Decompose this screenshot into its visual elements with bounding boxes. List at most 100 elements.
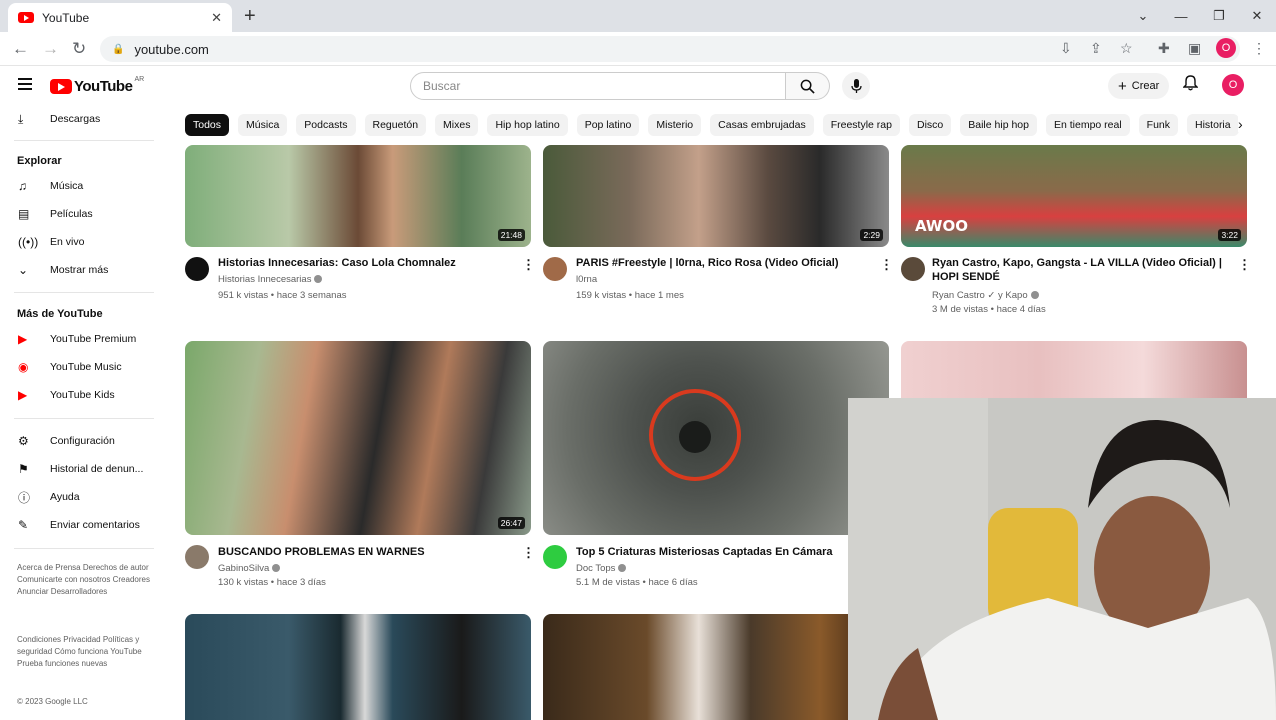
sidebar-item-settings[interactable]: ⚙ Configuración (0, 430, 160, 452)
video-thumbnail[interactable] (543, 341, 889, 535)
channel-name[interactable]: GabinoSilva (218, 562, 281, 576)
video-stats: 159 k vistas • hace 1 mes (576, 290, 684, 301)
more-options-icon[interactable]: ⋮ (522, 257, 535, 273)
chevron-right-icon[interactable]: › (1238, 116, 1243, 132)
footer-links-primary[interactable]: Acerca de Prensa Derechos de autor Comun… (17, 562, 152, 598)
close-window-button[interactable]: ✕ (1238, 8, 1276, 24)
divider (14, 140, 154, 141)
channel-name[interactable]: Ryan Castro ✓ y Kapo (932, 289, 1039, 303)
chip-todos[interactable]: Todos (185, 114, 230, 136)
side-panel-icon[interactable]: ▣ (1188, 40, 1201, 57)
channel-avatar[interactable] (185, 545, 209, 569)
channel-name[interactable]: l0rna (576, 273, 597, 287)
video-thumbnail[interactable]: 21:48 (185, 145, 531, 247)
notifications-bell-icon[interactable] (1182, 75, 1199, 95)
extensions-icon[interactable]: ✚ (1158, 40, 1170, 57)
video-title[interactable]: Historias Innecesarias: Caso Lola Chomna… (218, 256, 508, 270)
new-tab-button[interactable]: + (244, 5, 256, 28)
channel-name[interactable]: Historias Innecesarias (218, 273, 323, 287)
chip-funk[interactable]: Funk (1138, 114, 1179, 136)
film-icon: ▤ (18, 207, 30, 221)
install-app-icon[interactable]: ⇩ (1060, 40, 1072, 57)
video-thumbnail[interactable]: 2:29 (543, 145, 889, 247)
voice-search-button[interactable] (842, 72, 870, 100)
channel-name[interactable]: Doc Tops (576, 562, 627, 576)
channel-avatar[interactable] (901, 257, 925, 281)
browser-menu-icon[interactable]: ⋮ (1252, 40, 1266, 57)
video-thumbnail[interactable] (185, 614, 531, 720)
search-button[interactable] (786, 72, 830, 100)
sidebar-item-show-more[interactable]: ⌄ Mostrar más (0, 259, 160, 281)
sidebar-item-report-history[interactable]: ⚑ Historial de denun... (0, 458, 160, 480)
video-stats: 130 k vistas • hace 3 días (218, 577, 326, 588)
sidebar-item-help[interactable]: ⓘ Ayuda (0, 486, 160, 508)
sidebar-item-youtube-premium[interactable]: ▶ YouTube Premium (0, 328, 160, 350)
youtube-header: YouTube AR Buscar + Crear O (0, 66, 1276, 108)
duration-badge: 2:29 (860, 229, 883, 241)
sidebar-item-live[interactable]: ((•)) En vivo (0, 231, 160, 253)
share-icon[interactable]: ⇪ (1090, 40, 1102, 57)
sidebar-item-music[interactable]: ♫ Música (0, 175, 160, 197)
create-button[interactable]: + Crear (1108, 73, 1170, 99)
sidebar-item-label: YouTube Kids (50, 389, 115, 401)
sidebar-item-youtube-music[interactable]: ◉ YouTube Music (0, 356, 160, 378)
chip-mixes[interactable]: Mixes (435, 114, 479, 136)
browser-profile-avatar[interactable]: O (1216, 38, 1236, 58)
sidebar-item-label: Descargas (50, 113, 101, 125)
browser-tab-bar: YouTube ✕ + ⌄ — ❐ ✕ (0, 0, 1276, 32)
category-chip-bar: Todos Música Podcasts Reguetón Mixes Hip… (185, 114, 1255, 136)
more-options-icon[interactable]: ⋮ (1238, 257, 1251, 273)
plus-icon: + (1118, 77, 1127, 95)
video-stats: 951 k vistas • hace 3 semanas (218, 290, 347, 301)
divider (14, 548, 154, 549)
close-tab-icon[interactable]: ✕ (211, 10, 222, 26)
video-thumbnail[interactable]: AWOO 3:22 (901, 145, 1247, 247)
account-avatar[interactable]: O (1222, 74, 1244, 96)
channel-avatar[interactable] (543, 257, 567, 281)
chip-baile-hip-hop[interactable]: Baile hip hop (960, 114, 1037, 136)
sidebar-item-send-feedback[interactable]: ✎ Enviar comentarios (0, 514, 160, 536)
download-icon: ⤓ (18, 111, 24, 126)
chip-hip-hop-latino[interactable]: Hip hop latino (487, 114, 568, 136)
footer-links-secondary[interactable]: Condiciones Privacidad Políticas y segur… (17, 634, 152, 670)
search-icon (800, 79, 815, 94)
back-icon[interactable]: ← (12, 39, 29, 59)
lock-icon[interactable]: 🔒 (112, 44, 124, 55)
chip-pop-latino[interactable]: Pop latino (576, 114, 640, 136)
video-title[interactable]: Ryan Castro, Kapo, Gangsta - LA VILLA (V… (932, 256, 1222, 284)
chip-en-tiempo-real[interactable]: En tiempo real (1045, 114, 1130, 136)
tab-title: YouTube (42, 10, 90, 25)
chip-podcasts[interactable]: Podcasts (296, 114, 356, 136)
chip-regueton[interactable]: Reguetón (364, 114, 427, 136)
tab-search-icon[interactable]: ⌄ (1124, 8, 1162, 24)
sidebar-item-downloads[interactable]: ⤓ Descargas (0, 108, 160, 130)
sidebar-item-movies[interactable]: ▤ Películas (0, 203, 160, 225)
search-placeholder: Buscar (423, 79, 461, 93)
more-options-icon[interactable]: ⋮ (880, 257, 893, 273)
browser-tab[interactable]: YouTube ✕ (8, 3, 232, 32)
video-title[interactable]: BUSCANDO PROBLEMAS EN WARNES (218, 545, 508, 559)
video-title[interactable]: Top 5 Criaturas Misteriosas Captadas En … (576, 545, 846, 559)
sidebar-item-youtube-kids[interactable]: ▶ YouTube Kids (0, 384, 160, 406)
more-options-icon[interactable]: ⋮ (522, 545, 535, 561)
chip-historia[interactable]: Historia (1187, 114, 1239, 136)
youtube-logo[interactable]: YouTube AR (50, 76, 144, 95)
bookmark-star-icon[interactable]: ☆ (1120, 40, 1133, 57)
video-thumbnail[interactable]: 26:47 (185, 341, 531, 535)
chip-freestyle-rap[interactable]: Freestyle rap (822, 114, 900, 136)
youtube-music-icon: ◉ (18, 360, 29, 374)
channel-avatar[interactable] (543, 545, 567, 569)
chip-casas-embrujadas[interactable]: Casas embrujadas (710, 114, 814, 136)
chip-misterio[interactable]: Misterio (648, 114, 702, 136)
video-thumbnail[interactable] (543, 614, 889, 720)
channel-avatar[interactable] (185, 257, 209, 281)
chip-disco[interactable]: Disco (908, 114, 952, 136)
forward-icon[interactable]: → (42, 39, 59, 59)
reload-icon[interactable]: ↻ (72, 39, 86, 59)
search-input[interactable]: Buscar (410, 72, 786, 100)
chip-musica[interactable]: Música (238, 114, 288, 136)
restore-button[interactable]: ❐ (1200, 8, 1238, 24)
minimize-button[interactable]: — (1162, 9, 1200, 24)
video-title[interactable]: PARIS #Freestyle | l0rna, Rico Rosa (Vid… (576, 256, 876, 270)
menu-icon[interactable] (18, 78, 32, 93)
